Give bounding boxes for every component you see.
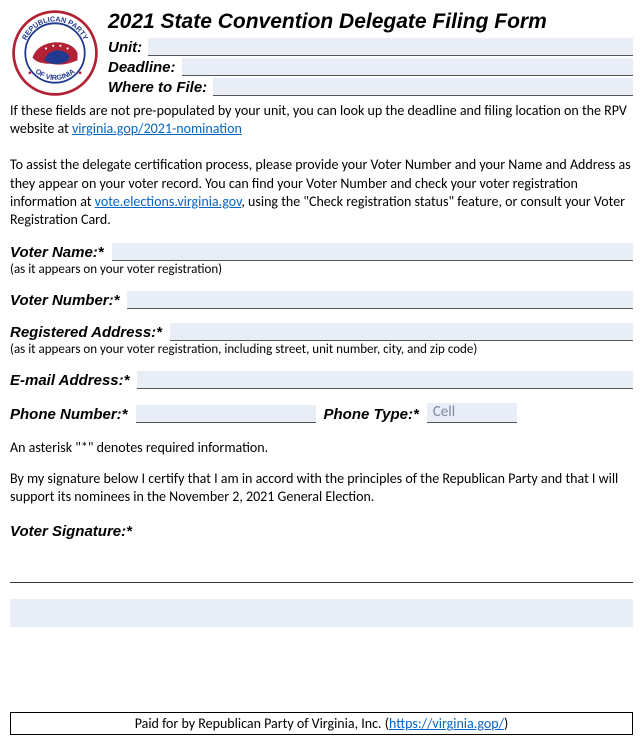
header: REPUBLICAN PARTY OF VIRGINIA 2021 State … [10, 8, 633, 98]
voter-number-label: Voter Number:* [10, 292, 119, 309]
voter-name-input-line[interactable] [112, 243, 633, 261]
lookup-note: If these fields are not pre-populated by… [10, 102, 633, 138]
phone-label: Phone Number:* [10, 406, 128, 423]
voter-name-sub: (as it appears on your voter registratio… [10, 262, 633, 277]
address-label: Registered Address:* [10, 324, 162, 341]
rpv-site-link[interactable]: https://virginia.gop/ [389, 715, 504, 732]
unit-label: Unit: [108, 39, 142, 56]
phone-type-label: Phone Type:* [324, 406, 419, 423]
blank-band [10, 599, 633, 627]
page-title: 2021 State Convention Delegate Filing Fo… [108, 10, 633, 34]
address-sub: (as it appears on your voter registratio… [10, 342, 633, 357]
unit-input-line[interactable] [148, 38, 633, 56]
deadline-input-line[interactable] [182, 58, 633, 76]
deadline-label: Deadline: [108, 59, 176, 76]
instructions: To assist the delegate certification pro… [10, 156, 633, 229]
header-text: 2021 State Convention Delegate Filing Fo… [108, 8, 633, 98]
asterisk-note: An asterisk "*" denotes required informa… [10, 439, 633, 456]
certification-text: By my signature below I certify that I a… [10, 470, 633, 506]
email-input-line[interactable] [137, 371, 633, 389]
address-input-line[interactable] [170, 323, 633, 341]
voter-name-label: Voter Name:* [10, 244, 104, 261]
phone-type-value[interactable]: Cell [427, 403, 517, 423]
rpv-logo: REPUBLICAN PARTY OF VIRGINIA [10, 8, 100, 98]
voter-number-input-line[interactable] [127, 291, 633, 309]
nomination-link[interactable]: virginia.gop/2021-nomination [72, 120, 242, 137]
vote-elections-link[interactable]: vote.elections.virginia.gov [95, 193, 242, 210]
where-label: Where to File: [108, 79, 207, 96]
signature-line[interactable] [10, 582, 633, 583]
signature-label: Voter Signature:* [10, 523, 132, 540]
footer: Paid for by Republican Party of Virginia… [10, 712, 633, 735]
email-label: E-mail Address:* [10, 372, 129, 389]
where-input-line[interactable] [213, 78, 633, 96]
phone-input-line[interactable] [136, 405, 316, 423]
